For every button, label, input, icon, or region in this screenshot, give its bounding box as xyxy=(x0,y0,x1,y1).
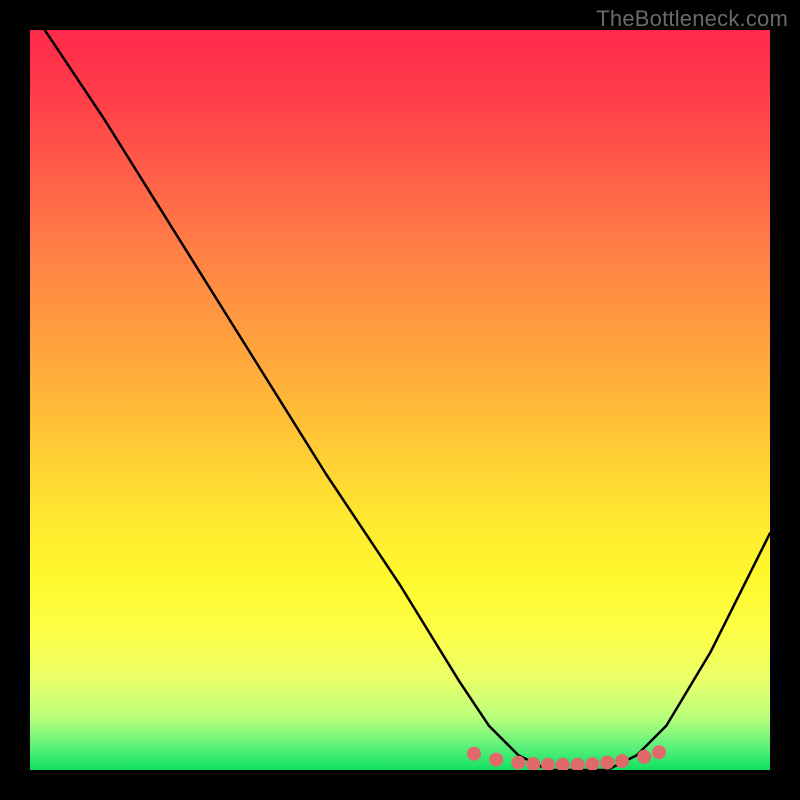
bottleneck-curve-line xyxy=(45,30,770,770)
marker-dot xyxy=(541,758,555,770)
marker-dot xyxy=(585,757,599,770)
marker-dot xyxy=(571,758,585,770)
plot-area xyxy=(30,30,770,770)
marker-dot xyxy=(615,754,629,768)
marker-dot xyxy=(637,750,651,764)
marker-dot xyxy=(652,745,666,759)
marker-dot xyxy=(489,753,503,767)
marker-dot xyxy=(467,747,481,761)
marker-dot xyxy=(511,756,525,770)
marker-dot xyxy=(556,758,570,770)
chart-svg xyxy=(30,30,770,770)
marker-dot xyxy=(600,756,614,770)
low-bottleneck-markers xyxy=(467,745,666,770)
watermark-text: TheBottleneck.com xyxy=(596,6,788,32)
